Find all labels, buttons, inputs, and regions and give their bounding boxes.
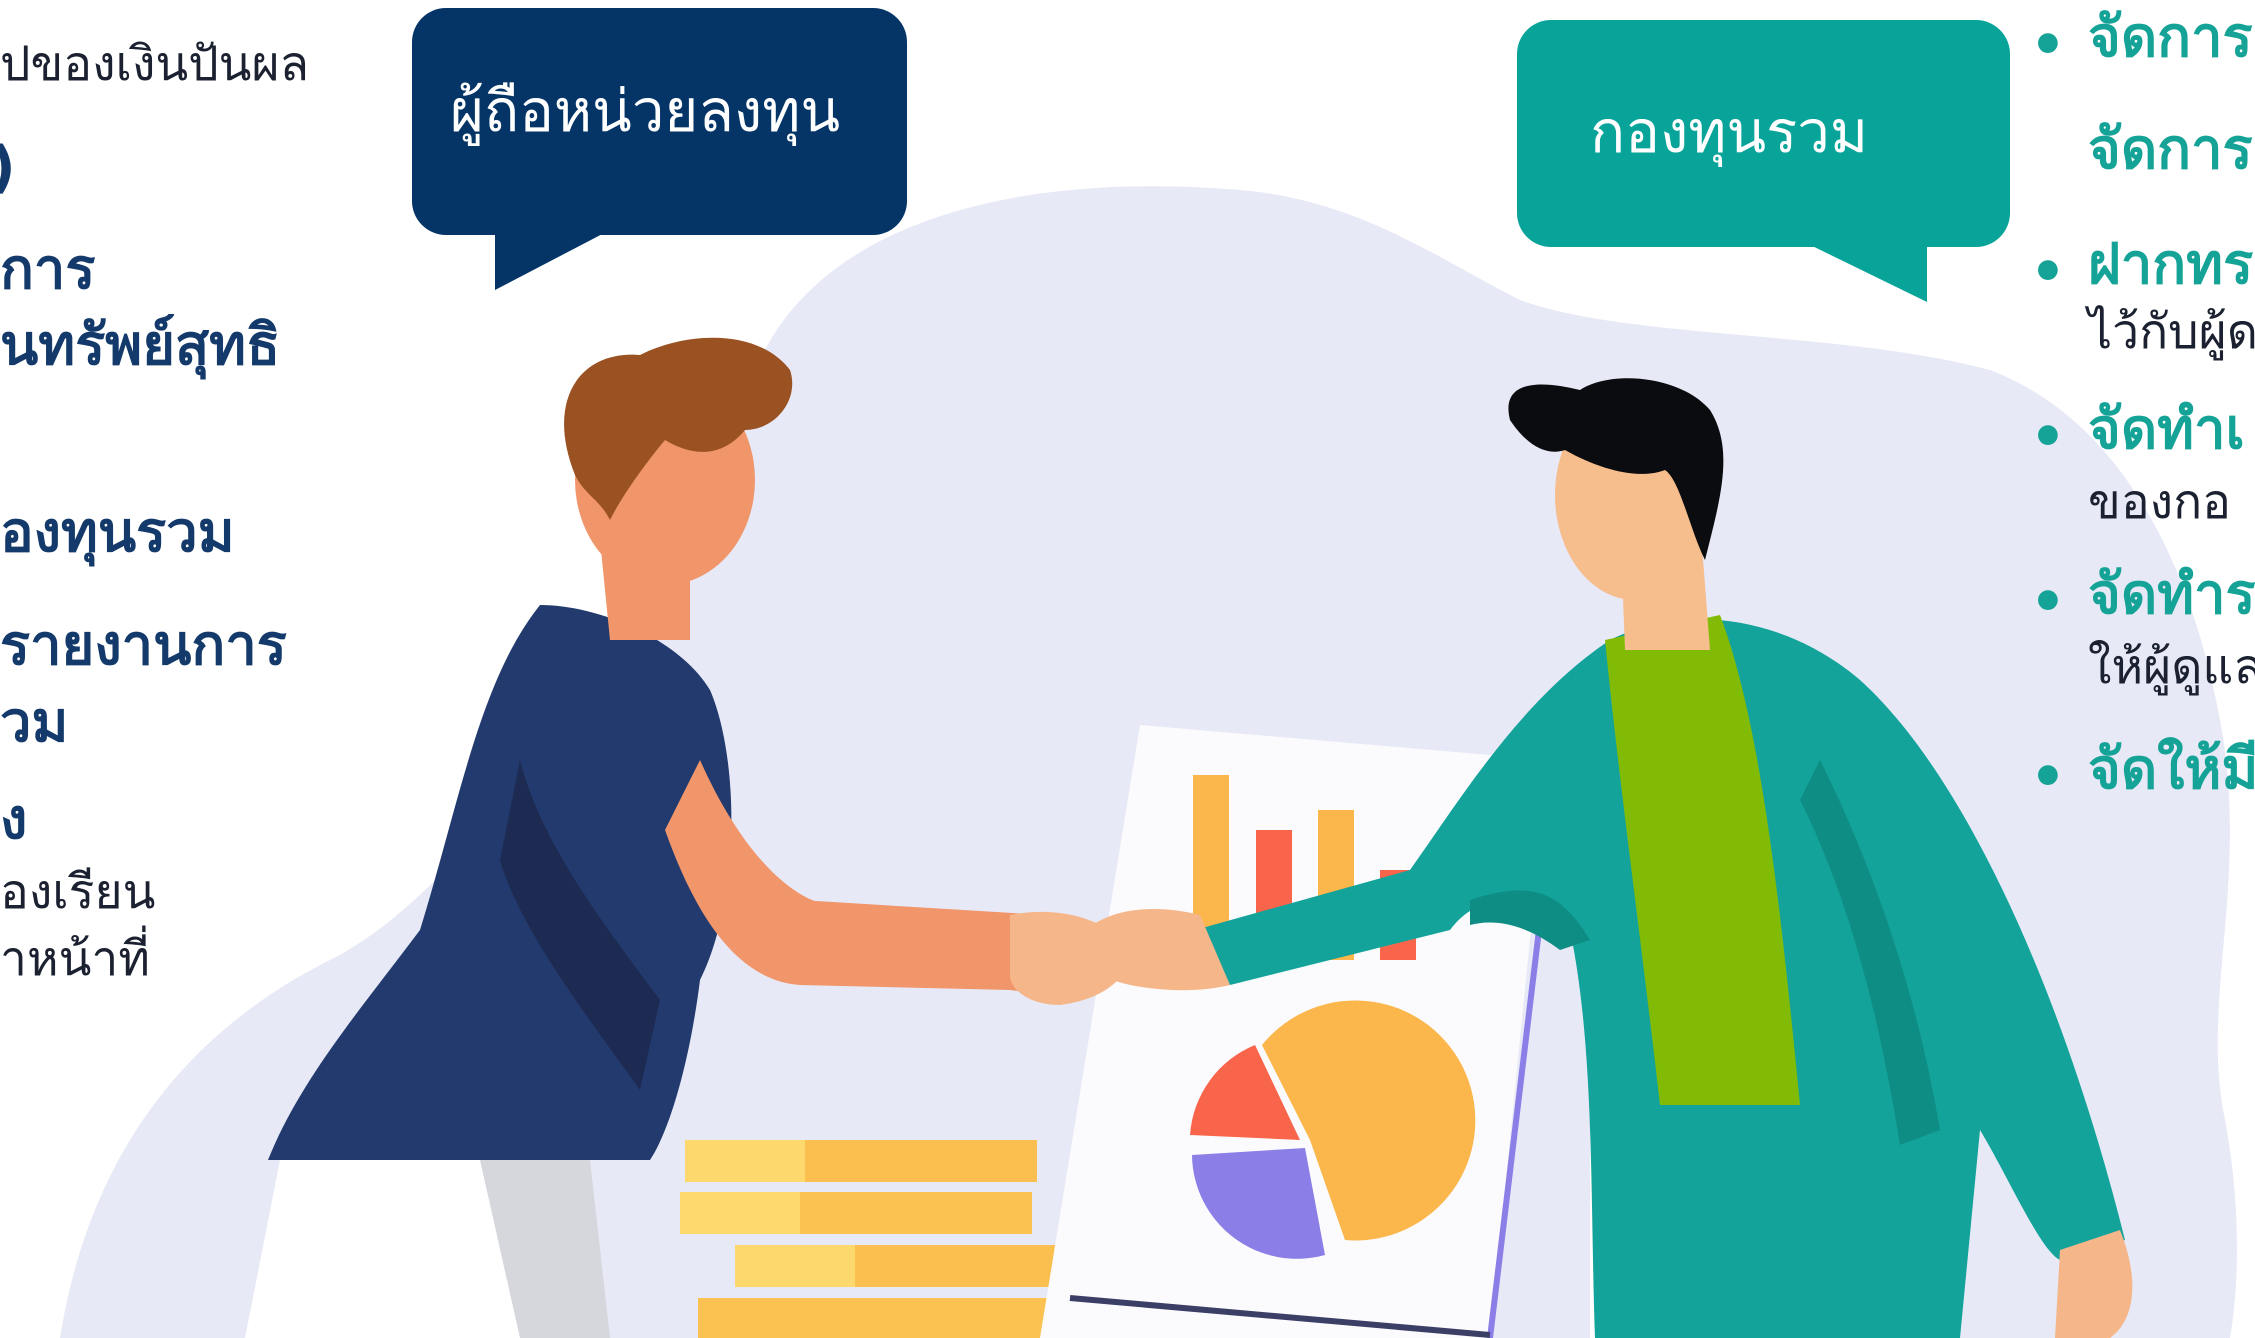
left-line-9: องเรียน <box>0 864 156 920</box>
investor-bubble-label: ผู้ถือหน่วยลงทุน <box>450 77 841 145</box>
right-item-1-title: จัดการ <box>2088 5 2253 70</box>
right-bullet-4: • <box>2030 405 2066 470</box>
left-line-7: วม <box>0 690 69 755</box>
fund-bubble-label: กองทุนรวม <box>1590 98 1869 166</box>
left-line-8: ง <box>0 787 28 852</box>
right-item-3-title: ฝากทร <box>2088 232 2254 297</box>
right-item-6-title: จัดให้มี <box>2088 737 2255 802</box>
handshake-illustration <box>60 8 2237 1338</box>
right-item-4-sub: ของกอ <box>2088 474 2231 530</box>
left-line-5: องทุนรวม <box>0 500 235 565</box>
left-line-4: นทรัพย์สุทธิ <box>0 313 281 378</box>
right-bullet-5: • <box>2030 570 2066 635</box>
right-item-5-sub: ให้ผู้ดูแล <box>2088 639 2255 695</box>
right-item-3-sub: ไว้กับผู้ด <box>2088 304 2255 360</box>
left-line-10: าหน้าที่ <box>0 931 150 987</box>
left-line-1: ปของเงินปันผล <box>0 36 310 92</box>
right-item-4-title: จัดทำเ <box>2088 397 2245 462</box>
right-bullet-3: • <box>2030 240 2066 305</box>
right-item-5-title: จัดทำร <box>2088 562 2255 627</box>
left-line-3: การ <box>0 237 96 302</box>
right-bullet-6: • <box>2030 745 2066 810</box>
right-bullet-1: • <box>2030 13 2066 78</box>
left-line-2: ) <box>0 140 16 196</box>
left-line-6: รายงานการ <box>0 613 287 678</box>
right-item-2-title: จัดการ <box>2088 117 2253 182</box>
investor-bubble <box>412 8 907 290</box>
